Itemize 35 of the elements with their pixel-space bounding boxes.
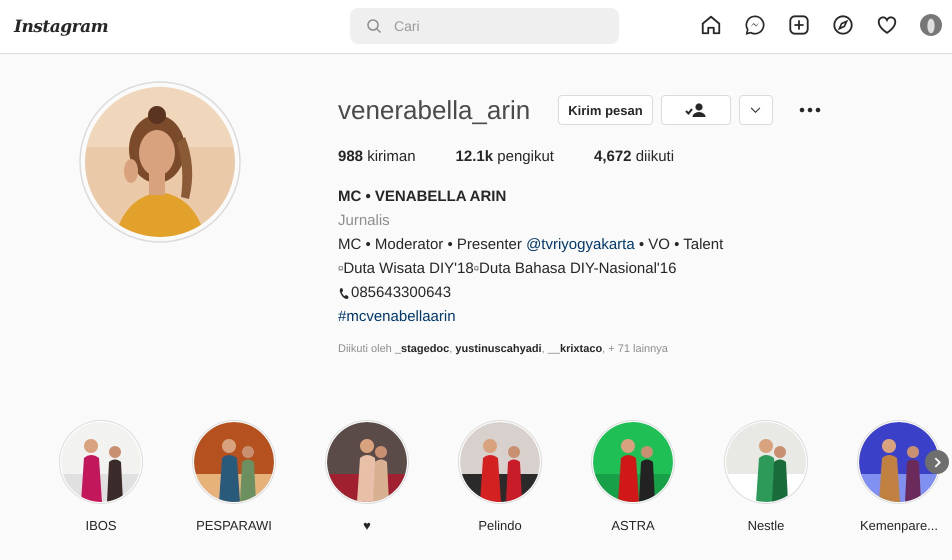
chevron-down-icon xyxy=(750,106,762,114)
search-field[interactable]: Cari xyxy=(350,8,619,44)
followed-user-icon xyxy=(684,103,707,117)
home-icon[interactable] xyxy=(700,14,722,36)
highlight-label[interactable]: PESPARAWI xyxy=(196,518,272,533)
heart-icon[interactable] xyxy=(876,14,898,36)
stat-count[interactable]: 12.1k pengikut xyxy=(456,148,554,165)
stat-count[interactable]: 988 kiriman xyxy=(338,148,416,165)
phone-icon xyxy=(338,286,349,300)
phone-number: 085643300643 xyxy=(351,283,452,303)
bio-text: ▫Duta Wisata DIY'18▫Duta Bahasa DIY-Nasional'16 xyxy=(338,259,678,279)
followed-by-text[interactable]: Diikuti oleh _stagedoc, yustinuscahyadi, __krixtaco, + 71 lainnya xyxy=(338,337,821,361)
messenger-icon[interactable] xyxy=(744,14,766,36)
highlight-label[interactable]: ASTRA xyxy=(611,518,655,533)
more-options-icon[interactable] xyxy=(798,107,821,113)
instagram-logo[interactable]: Instagram xyxy=(14,16,108,36)
highlight-label[interactable]: IBOS xyxy=(85,518,117,533)
bio-text: MC • Moderator • Presenter @tvriyogyakarta • VO • Talent xyxy=(338,235,724,255)
category-label: Jurnalis xyxy=(338,211,391,231)
avatar-icon[interactable] xyxy=(920,14,942,36)
following-button[interactable] xyxy=(660,95,731,125)
compass-icon[interactable] xyxy=(832,14,854,36)
highlight-label[interactable]: Pelindo xyxy=(478,518,522,533)
next-button[interactable] xyxy=(925,450,949,474)
full-name: MC • VENABELLA ARIN xyxy=(338,187,508,207)
chevron-right-icon xyxy=(934,456,940,468)
add-post-icon[interactable] xyxy=(788,14,810,36)
stat-count[interactable]: 4,672 diikuti xyxy=(594,148,674,165)
username: venerabella_arin xyxy=(338,94,530,126)
highlight-label[interactable]: Kemenpare... xyxy=(860,518,938,533)
highlight-label[interactable]: ♥ xyxy=(363,518,371,533)
message-button[interactable]: Kirim pesan xyxy=(558,95,653,125)
highlight-label[interactable]: Nestle xyxy=(748,518,784,533)
hashtag-link[interactable]: #mcvenabellaarin xyxy=(338,305,821,329)
mention-link[interactable]: @tvriyogyakarta xyxy=(526,236,635,253)
